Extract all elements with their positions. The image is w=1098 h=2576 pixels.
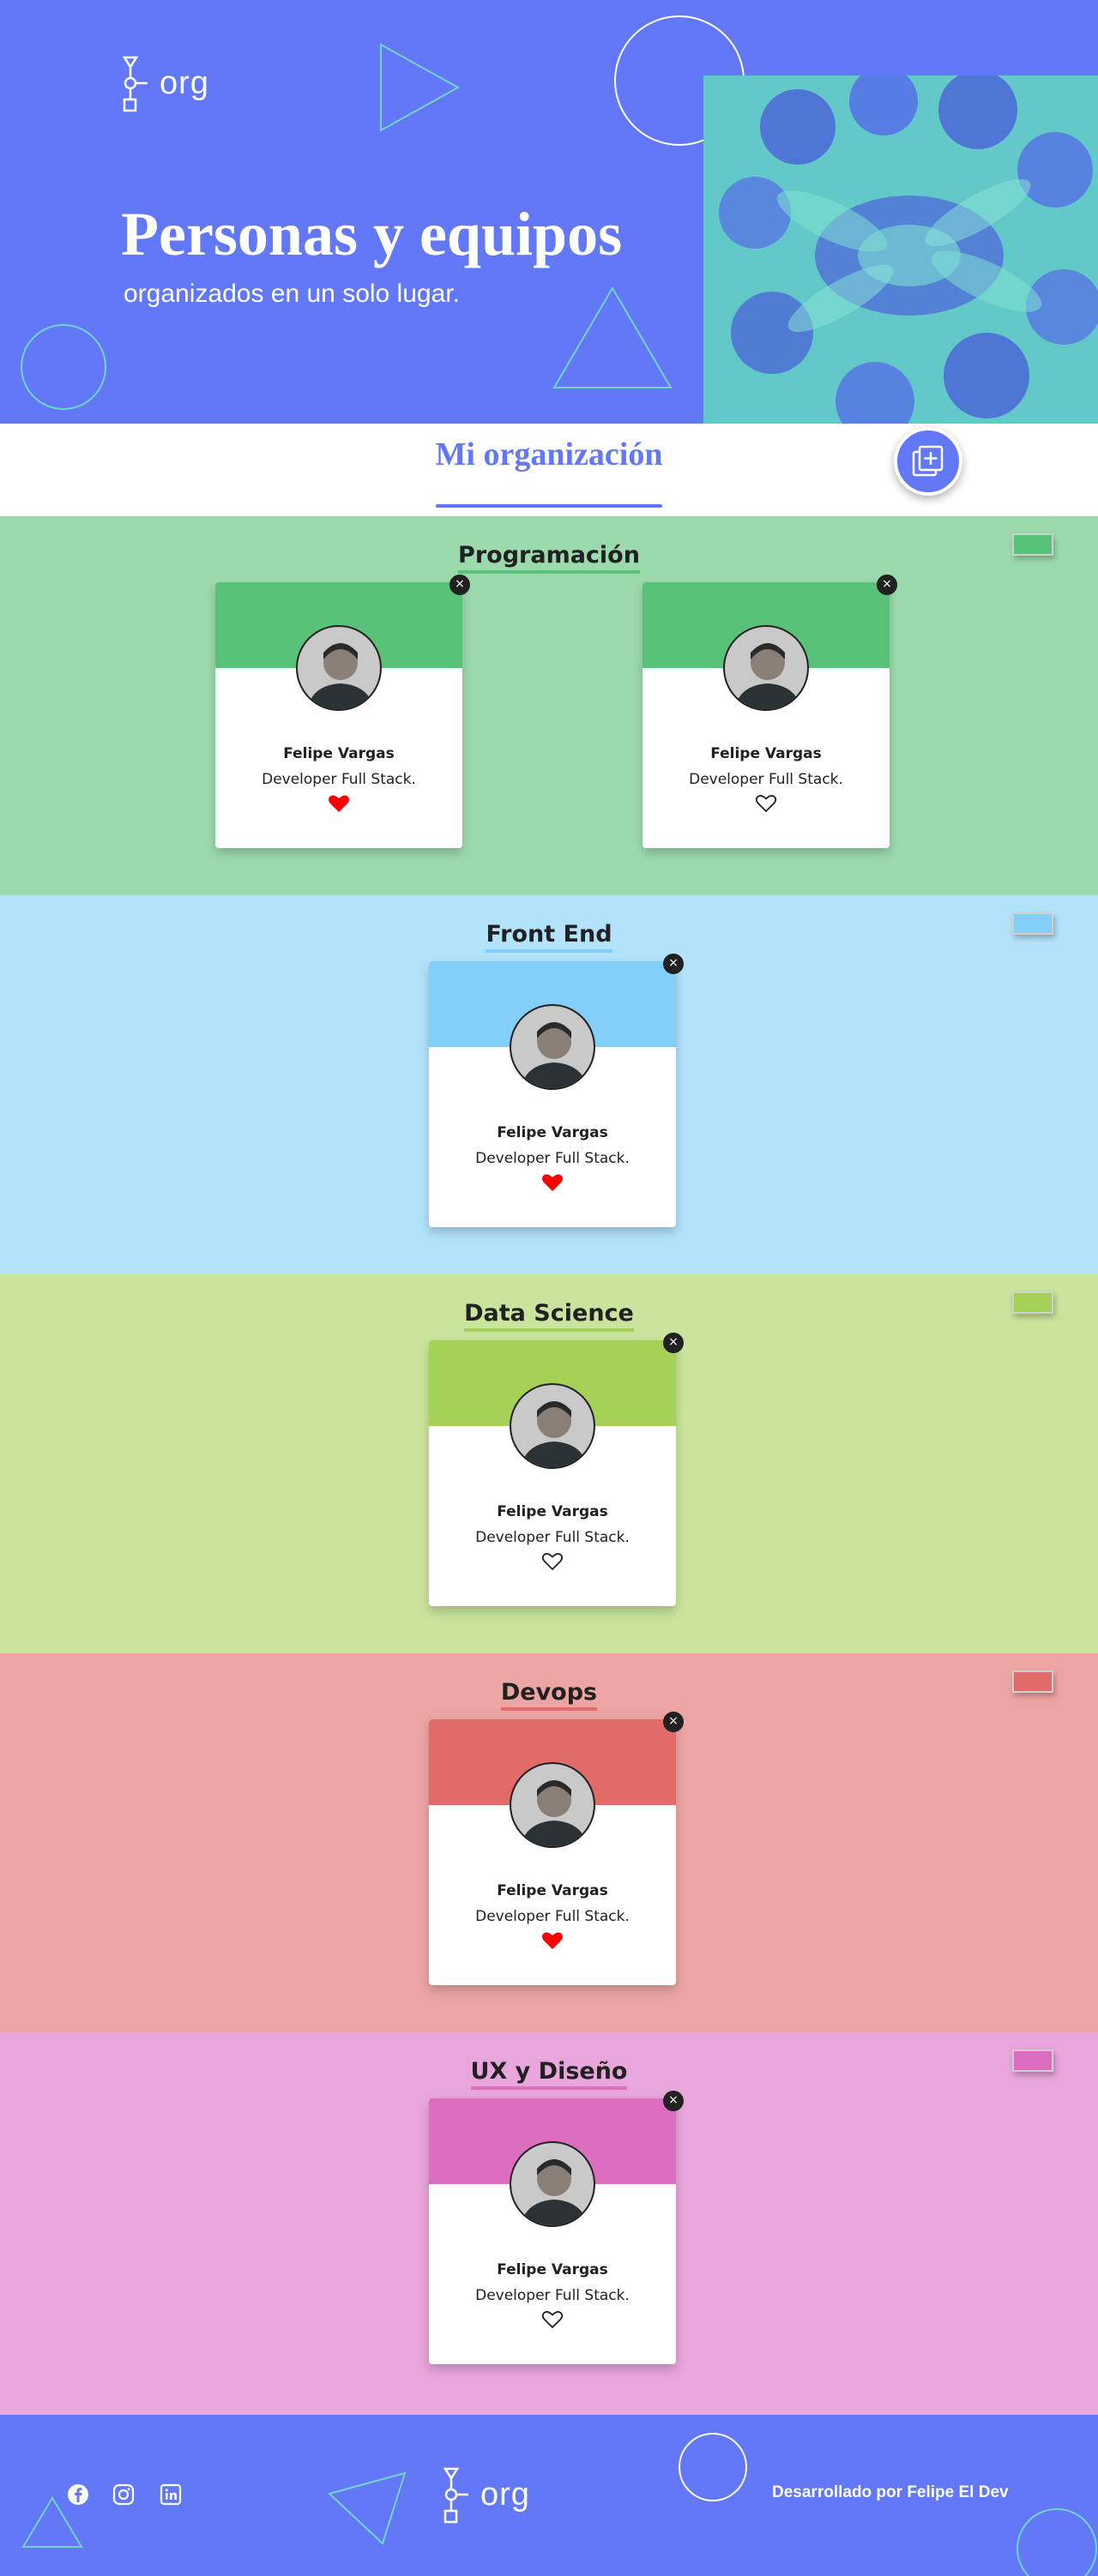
team-title: Programación <box>0 542 1098 574</box>
collaborator-card: Felipe Vargas Developer Full Stack. × <box>429 2091 684 2364</box>
delete-collaborator-button[interactable]: × <box>663 1712 684 1732</box>
collaborator-role: Developer Full Stack. <box>475 1908 630 1925</box>
heart-filled-icon[interactable] <box>328 793 350 814</box>
triangle-outline-deco <box>328 2471 407 2545</box>
organization-section-header: Mi organización <box>0 424 1098 516</box>
collaborator-name: Felipe Vargas <box>497 2261 608 2278</box>
heart-outline-icon[interactable] <box>541 1551 564 1572</box>
delete-collaborator-button[interactable]: × <box>449 575 470 595</box>
logo-text: org <box>160 65 209 101</box>
heart-filled-icon[interactable] <box>541 1930 564 1951</box>
collaborator-name: Felipe Vargas <box>497 1882 608 1899</box>
circle-outline-deco-small <box>21 324 106 410</box>
team-devops: Devops Felipe Vargas Developer Full Stac… <box>0 1653 1098 2032</box>
heart-outline-icon[interactable] <box>755 793 777 814</box>
team-title: UX y Diseño <box>0 2058 1098 2090</box>
collaborator-card: Felipe Vargas Developer Full Stack. × <box>215 575 470 848</box>
circle-outline-deco <box>1017 2508 1097 2576</box>
footer-logo[interactable]: org <box>443 2466 537 2526</box>
collaborator-name: Felipe Vargas <box>497 1124 608 1141</box>
hero-banner: org Personas y equipos organizados en un… <box>0 0 1098 424</box>
linkedin-icon[interactable] <box>160 2483 182 2506</box>
collaborator-role: Developer Full Stack. <box>689 771 843 788</box>
collaborator-role: Developer Full Stack. <box>475 1529 630 1546</box>
team-color-picker[interactable] <box>1012 1670 1053 1693</box>
circle-outline-deco <box>679 2433 747 2501</box>
delete-collaborator-button[interactable]: × <box>663 954 684 974</box>
team-title-text: Data Science <box>464 1300 634 1332</box>
hero-subtitle: organizados en un solo lugar. <box>124 280 460 308</box>
team-title-text: Devops <box>500 1679 598 1711</box>
footer: org Desarrollado por Felipe El Dev <box>0 2415 1098 2576</box>
team-color-picker[interactable] <box>1012 533 1053 556</box>
delete-collaborator-button[interactable]: × <box>663 1333 684 1353</box>
team-hands-photo <box>703 75 1098 424</box>
team-title: Front End <box>0 921 1098 953</box>
collaborator-role: Developer Full Stack. <box>475 1150 630 1167</box>
team-title-text: UX y Diseño <box>470 2058 628 2090</box>
team-front-end: Front End Felipe Vargas Developer Full S… <box>0 895 1098 1274</box>
collaborator-card: Felipe Vargas Developer Full Stack. × <box>429 954 684 1227</box>
delete-collaborator-button[interactable]: × <box>877 575 897 595</box>
team-color-picker[interactable] <box>1012 1291 1053 1314</box>
heart-outline-icon[interactable] <box>541 2309 564 2330</box>
avatar <box>510 1762 595 1848</box>
triangle-outline-deco <box>380 43 461 132</box>
instagram-icon[interactable] <box>112 2483 135 2506</box>
team-ux-diseno: UX y Diseño Felipe Vargas Developer Full… <box>0 2032 1098 2415</box>
avatar <box>510 1004 595 1090</box>
collaborator-role: Developer Full Stack. <box>262 771 416 788</box>
collaborator-card: Felipe Vargas Developer Full Stack. × <box>429 1712 684 1985</box>
footer-credit: Desarrollado por Felipe El Dev <box>772 2483 1009 2501</box>
heart-filled-icon[interactable] <box>541 1172 564 1193</box>
team-programacion: Programación Felipe Vargas Developer Ful… <box>0 516 1098 895</box>
avatar <box>723 625 809 711</box>
collaborator-card: Felipe Vargas Developer Full Stack. × <box>429 1333 684 1606</box>
team-title-text: Programación <box>458 542 640 574</box>
collaborator-name: Felipe Vargas <box>283 745 395 762</box>
logo-org-icon <box>122 56 148 112</box>
organization-title-underline <box>436 504 662 508</box>
collaborator-name: Felipe Vargas <box>710 745 822 762</box>
logo-org-icon <box>443 2467 468 2524</box>
team-data-science: Data Science Felipe Vargas Developer Ful… <box>0 1274 1098 1653</box>
collaborator-card: Felipe Vargas Developer Full Stack. × <box>643 575 897 848</box>
team-color-picker[interactable] <box>1012 2049 1053 2072</box>
collaborator-name: Felipe Vargas <box>497 1503 608 1520</box>
avatar <box>510 1383 595 1469</box>
avatar <box>510 2141 595 2227</box>
delete-collaborator-button[interactable]: × <box>663 2091 684 2111</box>
hero-title: Personas y equipos <box>121 200 623 268</box>
team-title: Devops <box>0 1679 1098 1711</box>
facebook-icon[interactable] <box>67 2483 89 2506</box>
team-title: Data Science <box>0 1300 1098 1332</box>
team-title-text: Front End <box>486 921 612 953</box>
add-collaborator-icon <box>912 445 944 477</box>
avatar <box>296 625 382 711</box>
team-color-picker[interactable] <box>1012 912 1053 935</box>
triangle-up-outline-deco <box>552 286 673 388</box>
footer-logo-text: org <box>480 2477 530 2513</box>
collaborator-role: Developer Full Stack. <box>475 2287 630 2304</box>
add-collaborator-button[interactable] <box>894 427 962 496</box>
logo[interactable]: org <box>122 55 216 115</box>
